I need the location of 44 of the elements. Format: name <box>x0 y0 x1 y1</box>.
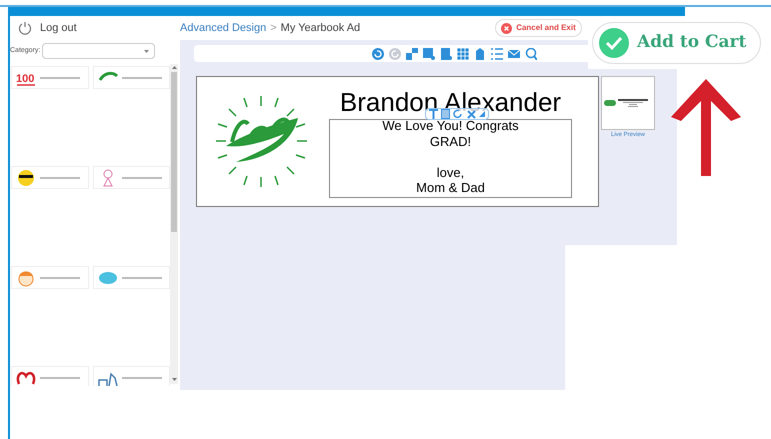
magnifier-icon[interactable] <box>524 48 536 60</box>
caption-lines <box>122 376 162 378</box>
caption-lines <box>122 76 162 78</box>
add-to-cart-button[interactable]: Add to Cart <box>592 22 762 64</box>
caption-lines <box>122 176 162 178</box>
caption-lines <box>40 76 80 78</box>
caption-lines <box>40 176 80 178</box>
clipart-item[interactable] <box>11 266 88 289</box>
undo-icon[interactable] <box>372 48 384 60</box>
hundred-text: 100 <box>16 72 34 84</box>
power-icon <box>18 21 32 35</box>
clipart-item[interactable] <box>92 166 170 189</box>
resize-icon[interactable] <box>479 111 486 117</box>
expand-icon[interactable] <box>406 48 418 60</box>
sunglasses-face-drawing <box>15 168 37 188</box>
clipart-item[interactable] <box>92 66 170 89</box>
clipart-item[interactable] <box>11 166 88 189</box>
breadcrumb-current: My Yearbook Ad <box>280 20 360 36</box>
clipart-item[interactable] <box>92 266 170 289</box>
caption-lines <box>122 276 162 278</box>
name-text[interactable]: Brandon Alexander <box>340 87 562 117</box>
delete-icon[interactable] <box>466 110 476 118</box>
message-text[interactable]: We Love You! Congrats GRAD! love, Mom & Dad <box>382 118 519 197</box>
list-icon[interactable] <box>490 48 502 60</box>
breadcrumb-separator: > <box>270 20 277 36</box>
cancel-button[interactable]: Cancel and Exit <box>495 19 582 37</box>
caption-lines <box>40 276 80 278</box>
clipart-item[interactable] <box>92 366 170 386</box>
grid-icon[interactable] <box>456 48 468 60</box>
scrollbar[interactable] <box>170 64 178 384</box>
caret-icon <box>144 50 150 52</box>
scroll-up-icon[interactable] <box>172 66 176 70</box>
checkmark-icon <box>599 28 629 58</box>
clipart-item[interactable]: 100 <box>11 66 88 89</box>
scroll-down-icon[interactable] <box>172 378 176 382</box>
clipart-item[interactable] <box>11 366 88 386</box>
close-icon <box>501 22 512 34</box>
breadcrumb-link[interactable]: Advanced Design <box>180 20 266 36</box>
logout-link[interactable]: Log out <box>40 20 77 36</box>
scrollbar-thumb[interactable] <box>171 72 177 232</box>
selection-frame[interactable]: We Love You! Congrats GRAD! love, Mom & Dad <box>329 119 572 198</box>
caption-lines <box>40 376 80 378</box>
mail-icon[interactable] <box>508 48 520 60</box>
live-preview-thumbnail[interactable] <box>601 76 655 130</box>
